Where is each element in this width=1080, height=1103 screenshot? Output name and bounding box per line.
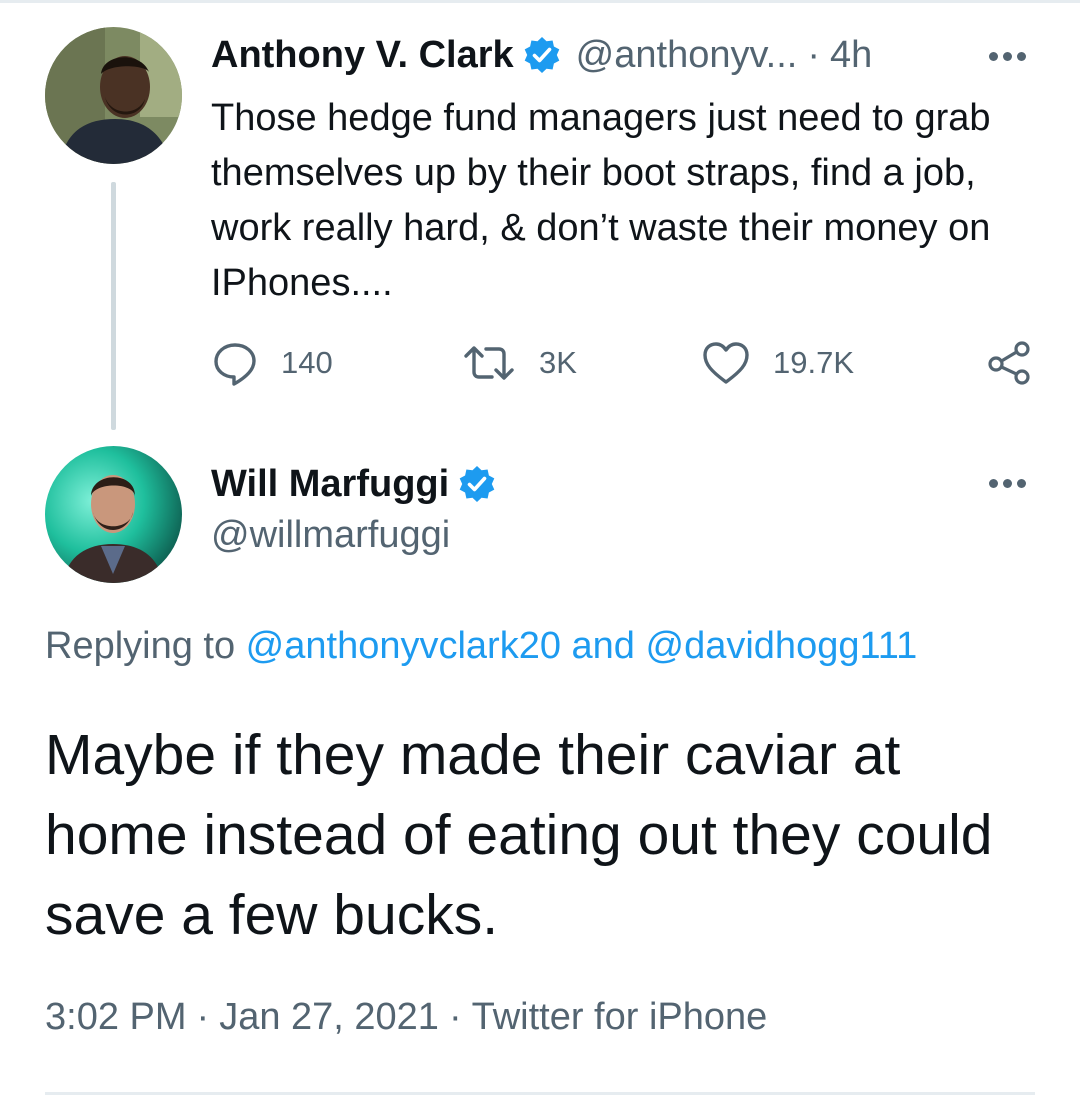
parent-tweet-text: Those hedge fund managers just need to g… — [211, 97, 991, 304]
bottom-divider — [45, 1092, 1035, 1095]
header-separator: · — [807, 33, 820, 76]
main-tweet-header: Will Marfuggi — [211, 458, 497, 510]
retweet-count: 3K — [539, 345, 577, 380]
replying-prefix: Replying to — [45, 625, 246, 667]
main-avatar[interactable] — [45, 446, 182, 583]
parent-timestamp[interactable]: 4h — [830, 34, 872, 77]
mention-link-anthonyvclark20[interactable]: @anthonyvclark20 — [246, 625, 561, 667]
main-tweet-text: Maybe if they made their caviar at home … — [45, 723, 993, 947]
reply-button[interactable]: 140 — [211, 338, 333, 388]
meta-separator: · — [196, 996, 210, 1038]
reply-count: 140 — [281, 345, 333, 380]
tweet-time[interactable]: 3:02 PM — [45, 996, 187, 1038]
share-button[interactable] — [986, 338, 1034, 388]
reply-icon — [211, 339, 259, 387]
replying-joiner: and — [560, 625, 646, 667]
replying-to-line: Replying to @anthonyvclark20 and @davidh… — [45, 625, 917, 668]
tweet-metadata: 3:02 PM · Jan 27, 2021 · Twitter for iPhone — [45, 996, 767, 1039]
share-icon — [986, 339, 1034, 387]
tweet-source[interactable]: Twitter for iPhone — [472, 996, 768, 1038]
thread-connector-line — [111, 182, 116, 430]
retweet-button[interactable]: 3K — [461, 338, 577, 388]
like-count: 19.7K — [773, 345, 855, 380]
main-handle[interactable]: @willmarfuggi — [211, 514, 450, 557]
like-button[interactable]: 19.7K — [701, 338, 854, 388]
verified-badge-icon — [522, 35, 562, 75]
meta-separator: · — [448, 996, 462, 1038]
tweet-date[interactable]: Jan 27, 2021 — [219, 996, 439, 1038]
retweet-icon — [461, 339, 517, 387]
heart-icon — [701, 339, 751, 387]
more-options-icon[interactable] — [989, 479, 1026, 488]
verified-badge-icon — [457, 464, 497, 504]
parent-display-name[interactable]: Anthony V. Clark — [211, 34, 514, 77]
parent-tweet-header: Anthony V. Clark @anthonyv... · 4h — [211, 30, 872, 80]
more-options-icon[interactable] — [989, 52, 1026, 61]
mention-link-davidhogg111[interactable]: @davidhogg111 — [646, 625, 918, 667]
parent-handle[interactable]: @anthonyv... — [576, 34, 798, 77]
top-divider — [0, 0, 1080, 3]
tweet-action-bar: 140 3K 19.7K — [211, 338, 1051, 388]
main-display-name[interactable]: Will Marfuggi — [211, 463, 449, 506]
parent-avatar[interactable] — [45, 27, 182, 164]
